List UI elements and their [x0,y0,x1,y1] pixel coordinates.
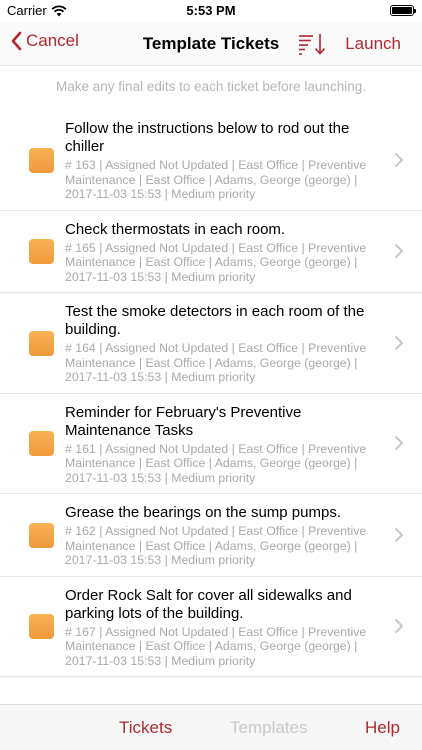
ticket-title: Check thermostats in each room. [65,220,286,238]
sort-icon[interactable] [297,32,327,56]
ticket-list[interactable]: Follow the instructions below to rod out… [0,110,422,704]
chevron-right-icon [395,152,403,167]
ticket-title: Order Rock Salt for cover all sidewalks … [65,586,352,622]
chevron-right-icon [395,335,403,350]
ticket-details: # 163 | Assigned Not Updated | East Offi… [65,158,367,201]
ticket-details: # 162 | Assigned Not Updated | East Offi… [65,524,367,567]
navigation-bar: Cancel Template Tickets Launch [0,22,422,66]
battery-icon [390,5,416,16]
chevron-right-icon [395,619,403,634]
ticket-details: # 164 | Assigned Not Updated | East Offi… [65,341,367,384]
ticket-title: Grease the bearings on the sump pumps. [65,504,341,521]
cancel-button[interactable]: Cancel [10,31,79,51]
ticket-row[interactable]: Test the smoke detectors in each room of… [0,293,422,394]
ticket-row[interactable]: Reminder for February's Preventive Maint… [0,394,422,494]
priority-color-swatch [29,614,54,640]
chevron-right-icon [395,527,403,542]
priority-color-swatch [29,239,54,265]
ticket-row[interactable]: Check thermostats in each room. # 165 | … [0,211,422,293]
ticket-title: Reminder for February's Preventive Maint… [65,403,302,439]
ticket-title: Test the smoke detectors in each room of… [65,303,365,338]
ticket-details: # 165 | Assigned Not Updated | East Offi… [65,240,367,284]
chevron-left-icon [11,31,22,51]
priority-color-swatch [29,431,54,457]
cancel-label: Cancel [26,31,79,50]
launch-button[interactable]: Launch [345,34,401,54]
ticket-details: # 161 | Assigned Not Updated | East Offi… [65,441,367,485]
status-time: 5:53 PM [186,3,236,18]
priority-color-swatch [29,330,54,356]
ticket-row[interactable]: Grease the bearings on the sump pumps. #… [0,494,422,577]
instruction-text: Make any final edits to each ticket befo… [56,79,366,94]
tab-templates[interactable]: Templates [230,718,307,738]
ticket-row[interactable]: Order Rock Salt for cover all sidewalks … [0,577,422,677]
tab-help[interactable]: Help [365,718,400,738]
ticket-title: Follow the instructions below to rod out… [65,120,350,155]
ticket-row[interactable]: Follow the instructions below to rod out… [0,110,422,211]
ticket-details: # 167 | Assigned Not Updated | East Offi… [65,624,367,668]
status-bar: Carrier 5:53 PM [0,0,422,22]
priority-color-swatch [29,522,54,548]
tab-bar: Tickets Templates Help [0,704,422,750]
priority-color-swatch [29,147,54,173]
chevron-right-icon [395,436,403,451]
chevron-right-icon [395,244,403,259]
tab-tickets[interactable]: Tickets [119,718,172,738]
